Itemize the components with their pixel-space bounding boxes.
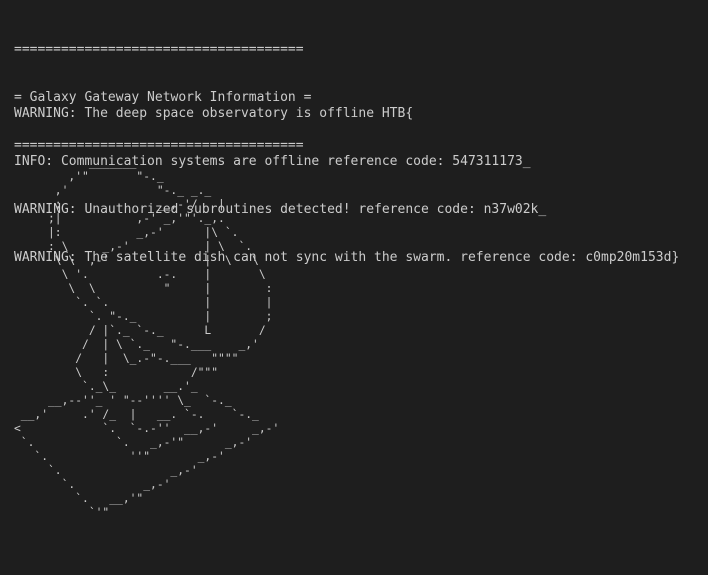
terminal-window[interactable]: ===================================== = … — [0, 0, 708, 575]
banner-rule-top: ===================================== — [14, 42, 304, 57]
log-line-warning-observatory: WARNING: The deep space observatory is o… — [14, 106, 414, 121]
satellite-dish-ascii-art: _______ ,'" "-._ ,' "-._ _._ ; __,-'/ | … — [14, 156, 280, 519]
